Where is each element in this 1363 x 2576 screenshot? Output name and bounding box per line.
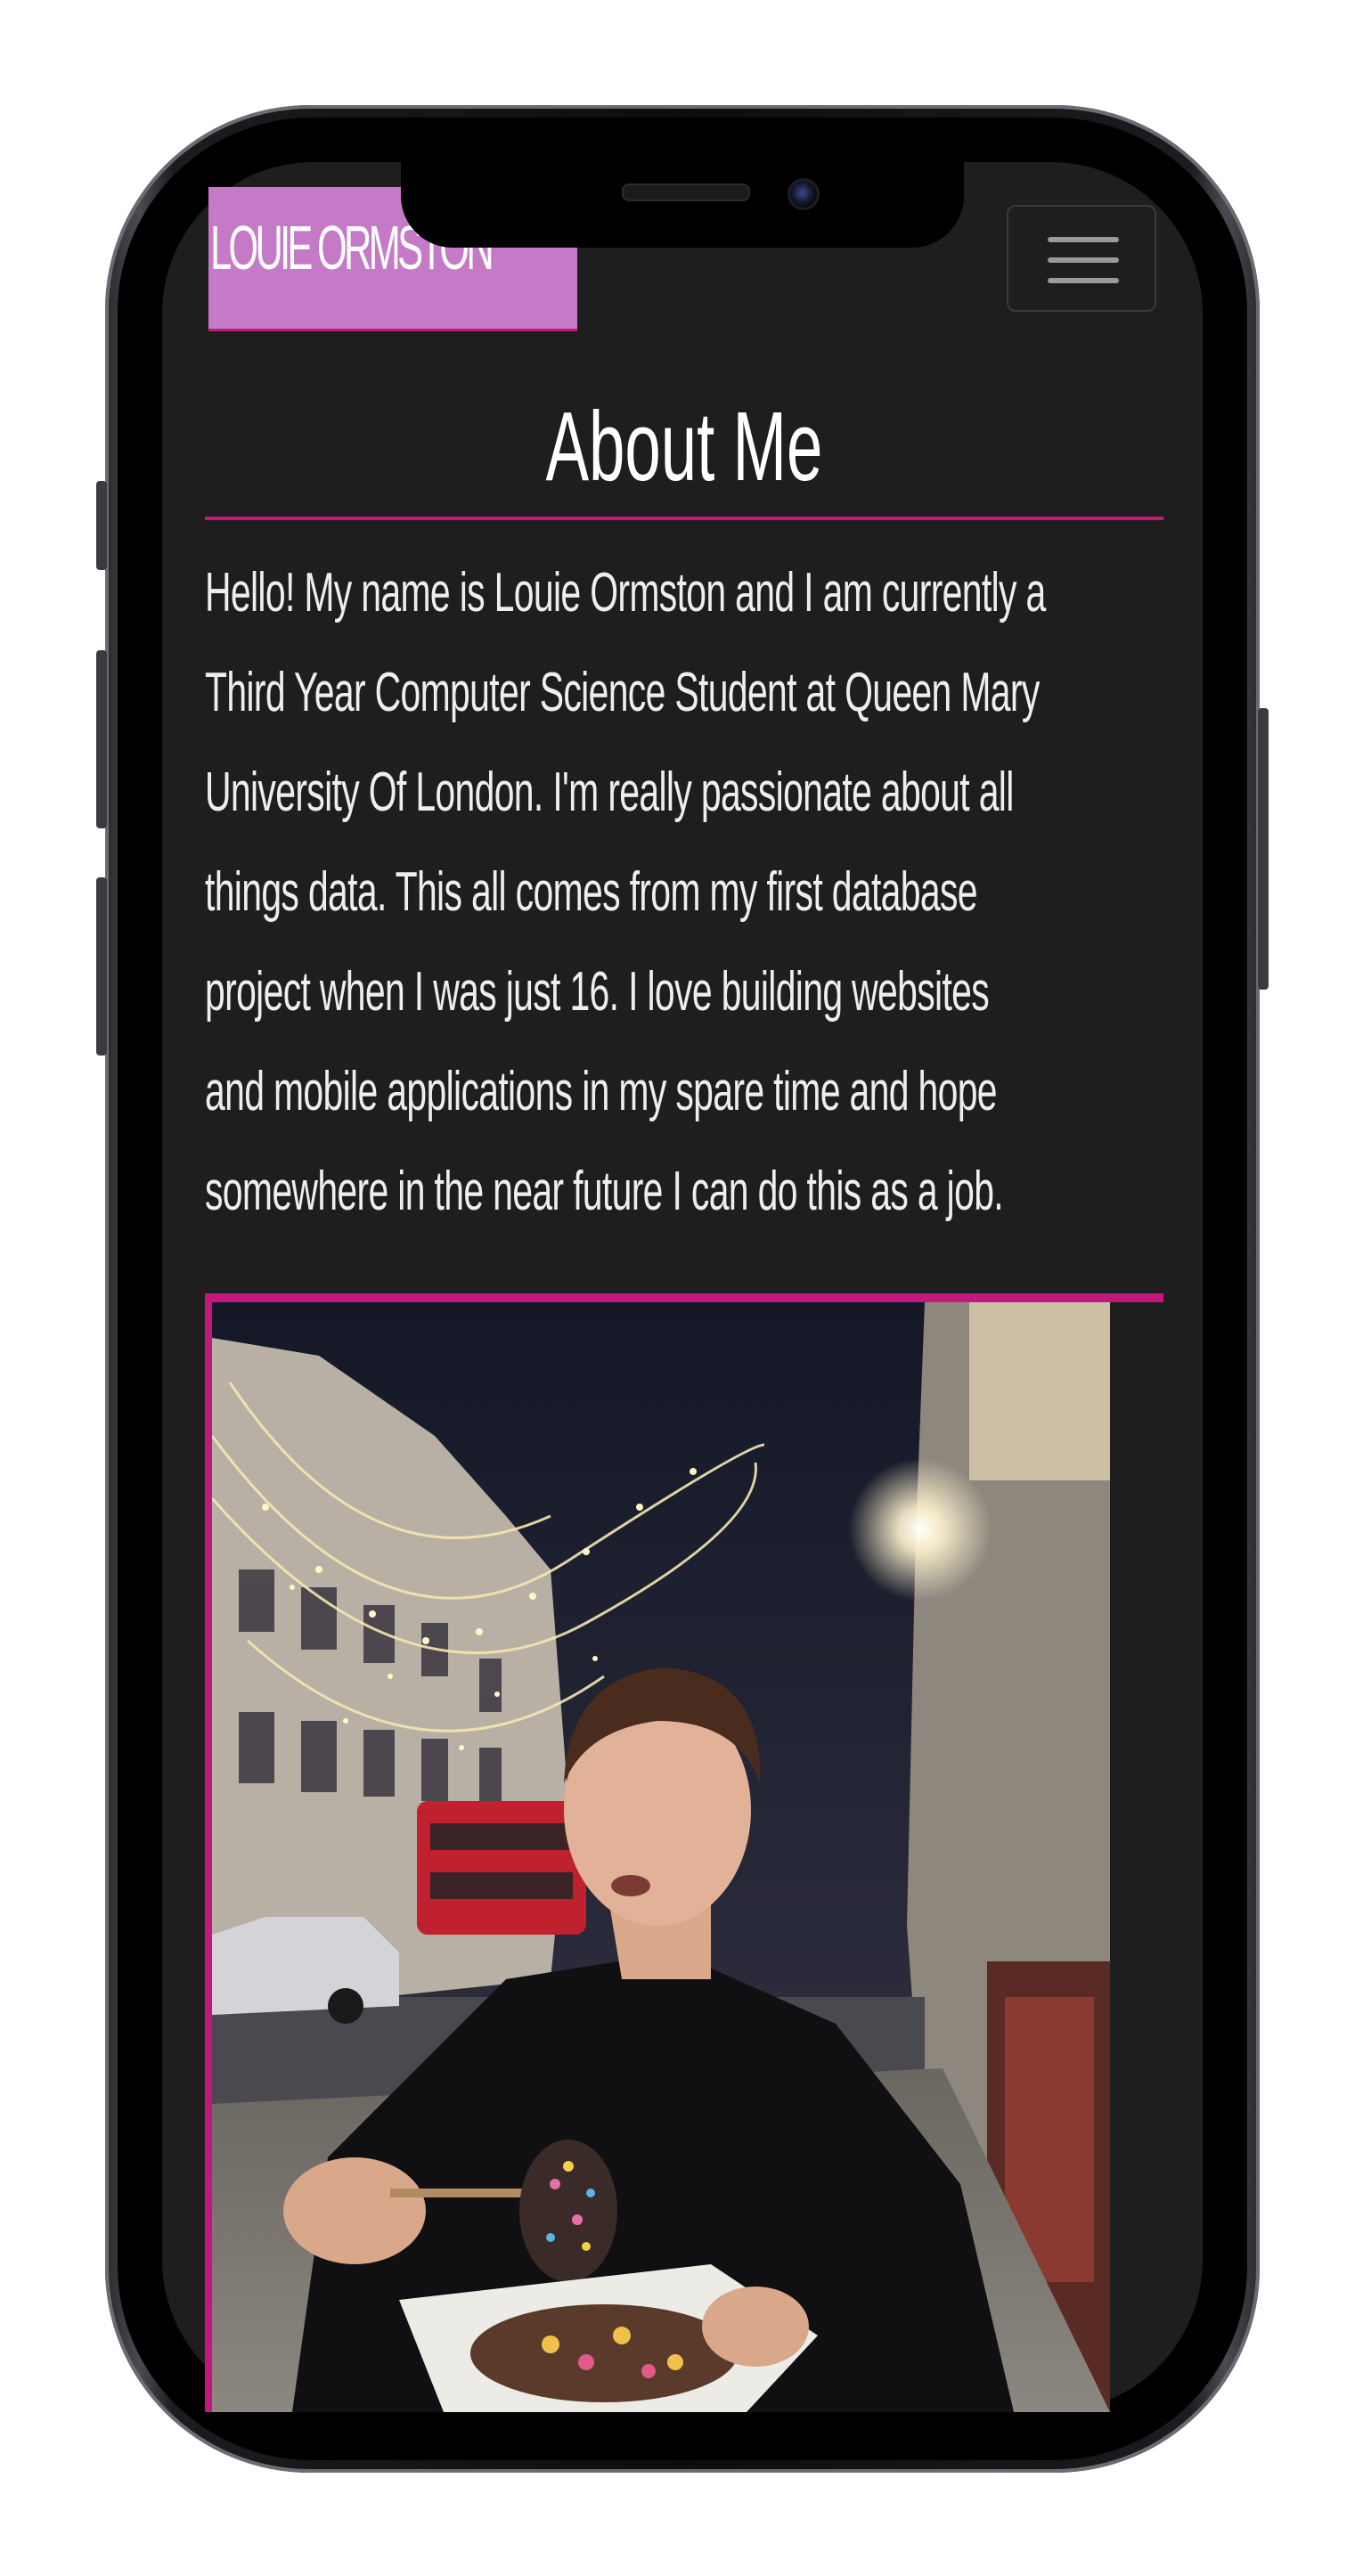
about-line: University Of London. I'm really passion… [205,762,1014,823]
photo-divider [205,1293,1163,1302]
volume-down-button [96,877,107,1056]
about-line: things data. This all comes from my firs… [205,861,978,923]
about-line: and mobile applications in my spare time… [205,1061,998,1122]
title-divider [205,517,1163,520]
profile-photo-illustration [212,1302,1110,2412]
about-line: project when I was just 16. I love build… [205,961,990,1023]
phone-notch [401,162,964,248]
mute-switch [96,481,107,570]
page-title: About Me [545,392,823,501]
about-line: somewhere in the near future I can do th… [205,1161,1004,1222]
volume-up-button [96,650,107,828]
profile-photo [205,1302,1110,2412]
about-line: Hello! My name is Louie Ormston and I am… [205,562,1046,624]
about-paragraph: Hello! My name is Louie Ormston and I am… [205,543,1157,1242]
hamburger-menu-icon[interactable] [1007,205,1156,312]
front-camera [788,178,820,210]
earpiece-speaker [622,183,750,201]
power-button [1258,708,1269,990]
about-line: Third Year Computer Science Student at Q… [205,662,1040,723]
